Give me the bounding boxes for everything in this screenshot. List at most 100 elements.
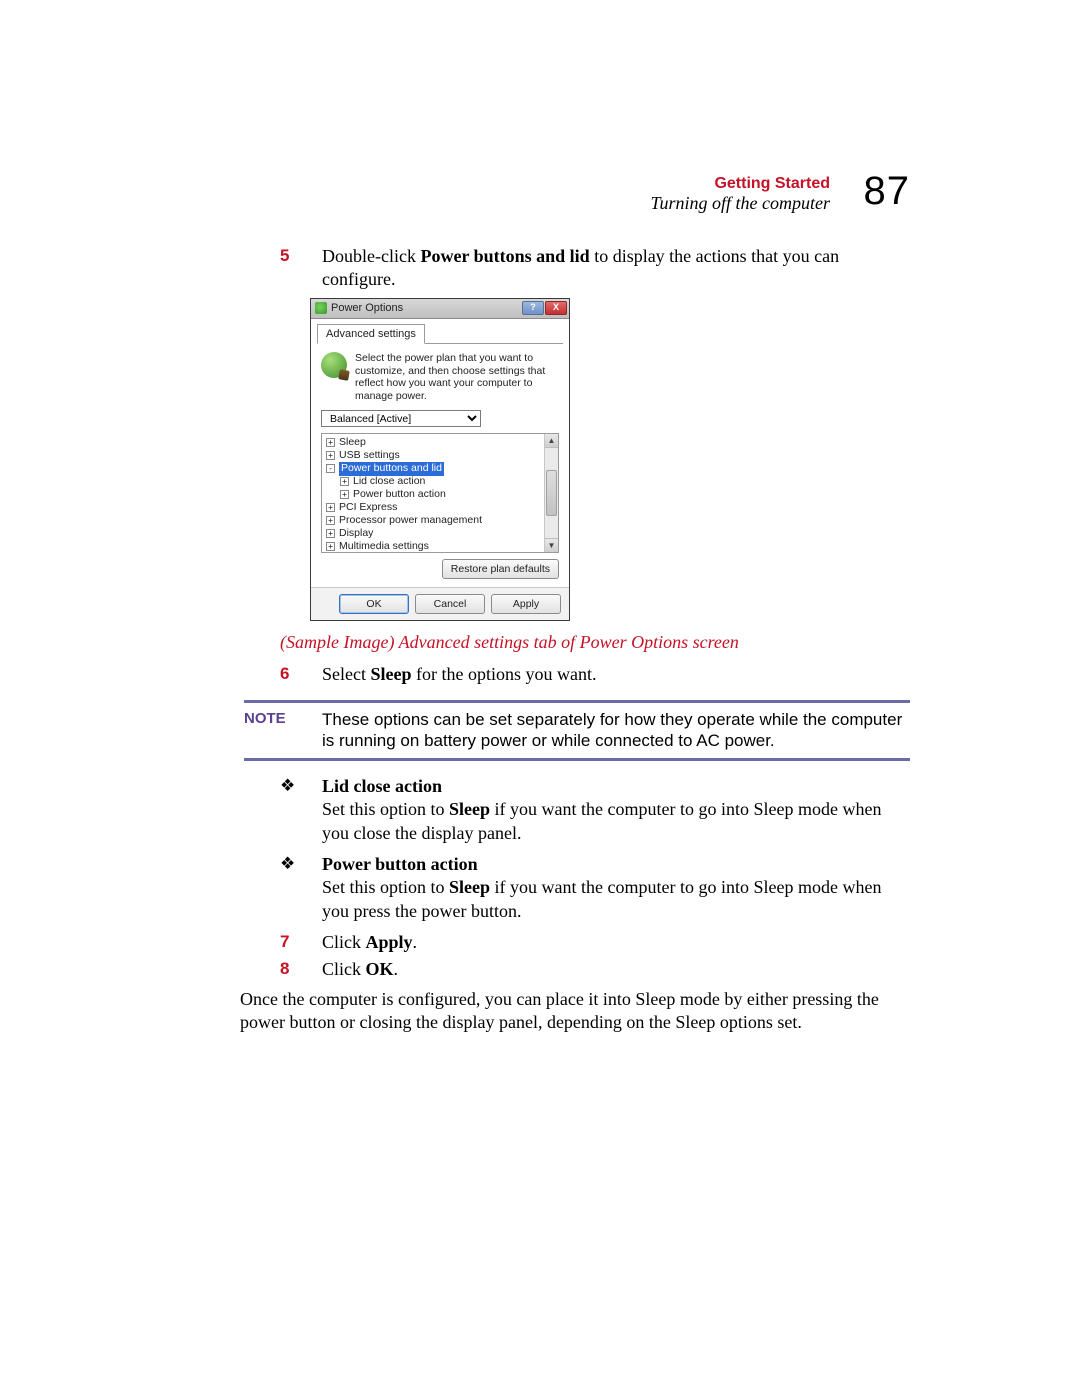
closing-paragraph: Once the computer is configured, you can…: [240, 988, 910, 1035]
tree-item-sleep[interactable]: + Sleep: [326, 436, 558, 449]
cancel-button[interactable]: Cancel: [415, 594, 485, 614]
step-number: 5: [280, 245, 322, 292]
note-block: NOTE These options can be set separately…: [244, 700, 910, 761]
bold-text: OK: [366, 959, 394, 979]
plan-description-row: Select the power plan that you want to c…: [321, 352, 559, 402]
tree-item-multimedia[interactable]: + Multimedia settings: [326, 540, 558, 553]
expand-icon[interactable]: +: [326, 529, 335, 538]
bullet-icon: ❖: [280, 775, 322, 845]
power-plan-select[interactable]: Balanced [Active]: [321, 410, 481, 427]
settings-tree: + Sleep + USB settings -Power buttons and …: [321, 433, 559, 553]
step-6: 6 Select Sleep for the options you want.: [280, 663, 910, 686]
bullet-title: Lid close action: [322, 776, 442, 796]
tree-item-display[interactable]: + Display: [326, 527, 558, 540]
bold-text: Sleep: [449, 799, 490, 819]
step-number: 6: [280, 663, 322, 686]
image-caption: (Sample Image) Advanced settings tab of …: [280, 631, 910, 654]
tree-item-pci[interactable]: + PCI Express: [326, 501, 558, 514]
tree-list: + Sleep + USB settings -Power buttons and …: [322, 434, 558, 553]
bullet-power-button: ❖ Power button action Set this option to…: [280, 853, 910, 923]
text: Set this option to: [322, 799, 449, 819]
bullet-text: Set this option to Sleep if you want the…: [322, 798, 910, 845]
text: Click: [322, 932, 366, 952]
step-5: 5 Double-click Power buttons and lid to …: [280, 245, 910, 292]
plan-description: Select the power plan that you want to c…: [355, 352, 559, 402]
step-number: 7: [280, 931, 322, 954]
tree-item-power-buttons-lid[interactable]: -Power buttons and lid: [326, 462, 558, 475]
tab-advanced-settings[interactable]: Advanced settings: [317, 324, 425, 344]
bullet-icon: ❖: [280, 853, 322, 923]
dialog-titlebar: Power Options ? X: [311, 299, 569, 319]
bullet-text: Set this option to Sleep if you want the…: [322, 876, 910, 923]
scroll-up-icon[interactable]: ▲: [545, 434, 558, 448]
tree-item-processor[interactable]: + Processor power management: [326, 514, 558, 527]
text: .: [394, 959, 399, 979]
scroll-thumb[interactable]: [546, 470, 557, 516]
tree-label: Display: [339, 527, 373, 541]
expand-icon[interactable]: +: [326, 542, 335, 551]
step-7: 7 Click Apply.: [280, 931, 910, 954]
expand-icon[interactable]: +: [326, 503, 335, 512]
text: Click: [322, 959, 366, 979]
expand-icon[interactable]: +: [326, 516, 335, 525]
restore-row: Restore plan defaults: [321, 559, 559, 579]
expand-icon[interactable]: +: [326, 438, 335, 447]
note-text: These options can be set separately for …: [322, 709, 910, 752]
step-text: Double-click Power buttons and lid to di…: [322, 245, 910, 292]
body-column: 5 Double-click Power buttons and lid to …: [280, 245, 910, 1035]
text: .: [413, 932, 418, 952]
tree-label: USB settings: [339, 449, 400, 463]
scrollbar[interactable]: ▲ ▼: [544, 434, 558, 552]
page: Getting Started Turning off the computer…: [0, 0, 1080, 1397]
power-options-dialog: Power Options ? X Advanced settings Sele…: [310, 298, 570, 622]
page-header: Getting Started Turning off the computer…: [280, 175, 910, 227]
tree-item-lid-close[interactable]: + Lid close action: [326, 475, 558, 488]
tree-label: Processor power management: [339, 514, 482, 528]
header-text-block: Getting Started Turning off the computer: [651, 175, 831, 213]
help-button[interactable]: ?: [522, 301, 544, 315]
tree-label: Lid close action: [353, 475, 425, 489]
expand-icon[interactable]: +: [326, 451, 335, 460]
page-number: 87: [864, 169, 911, 214]
section-title: Turning off the computer: [651, 194, 831, 214]
bullet-lid-close: ❖ Lid close action Set this option to Sl…: [280, 775, 910, 845]
step-number: 8: [280, 958, 322, 981]
dialog-title: Power Options: [331, 301, 403, 315]
bullet-body: Lid close action Set this option to Slee…: [322, 775, 910, 845]
text: Set this option to: [322, 877, 449, 897]
bold-text: Apply: [366, 932, 413, 952]
apply-button[interactable]: Apply: [491, 594, 561, 614]
step-text: Click OK.: [322, 958, 910, 981]
bold-text: Sleep: [370, 664, 411, 684]
tree-label: Sleep: [339, 436, 366, 450]
ok-button[interactable]: OK: [339, 594, 409, 614]
titlebar-buttons: ? X: [522, 301, 567, 315]
dialog-tabbar: Advanced settings: [311, 319, 569, 344]
bullet-list: ❖ Lid close action Set this option to Sl…: [280, 775, 910, 923]
tree-label: PCI Express: [339, 501, 397, 515]
dialog-body: Select the power plan that you want to c…: [311, 344, 569, 587]
text: Select: [322, 664, 370, 684]
close-button[interactable]: X: [545, 301, 567, 315]
bold-text: Sleep: [449, 877, 490, 897]
collapse-icon[interactable]: -: [326, 464, 335, 473]
expand-icon[interactable]: +: [340, 490, 349, 499]
dialog-footer: OK Cancel Apply: [311, 587, 569, 620]
tree-label: Multimedia settings: [339, 540, 429, 553]
tree-item-usb[interactable]: + USB settings: [326, 449, 558, 462]
step-text: Click Apply.: [322, 931, 910, 954]
tree-item-power-button-action[interactable]: + Power button action: [326, 488, 558, 501]
restore-defaults-button[interactable]: Restore plan defaults: [442, 559, 559, 579]
tree-label-selected: Power buttons and lid: [339, 462, 444, 476]
scroll-down-icon[interactable]: ▼: [545, 538, 558, 552]
expand-icon[interactable]: +: [340, 477, 349, 486]
chapter-title: Getting Started: [651, 175, 831, 193]
power-options-icon: [315, 302, 327, 314]
power-plan-icon: [321, 352, 347, 378]
bullet-body: Power button action Set this option to S…: [322, 853, 910, 923]
step-8: 8 Click OK.: [280, 958, 910, 981]
bullet-title: Power button action: [322, 854, 478, 874]
step-text: Select Sleep for the options you want.: [322, 663, 910, 686]
tree-label: Power button action: [353, 488, 446, 502]
note-label: NOTE: [244, 709, 322, 752]
